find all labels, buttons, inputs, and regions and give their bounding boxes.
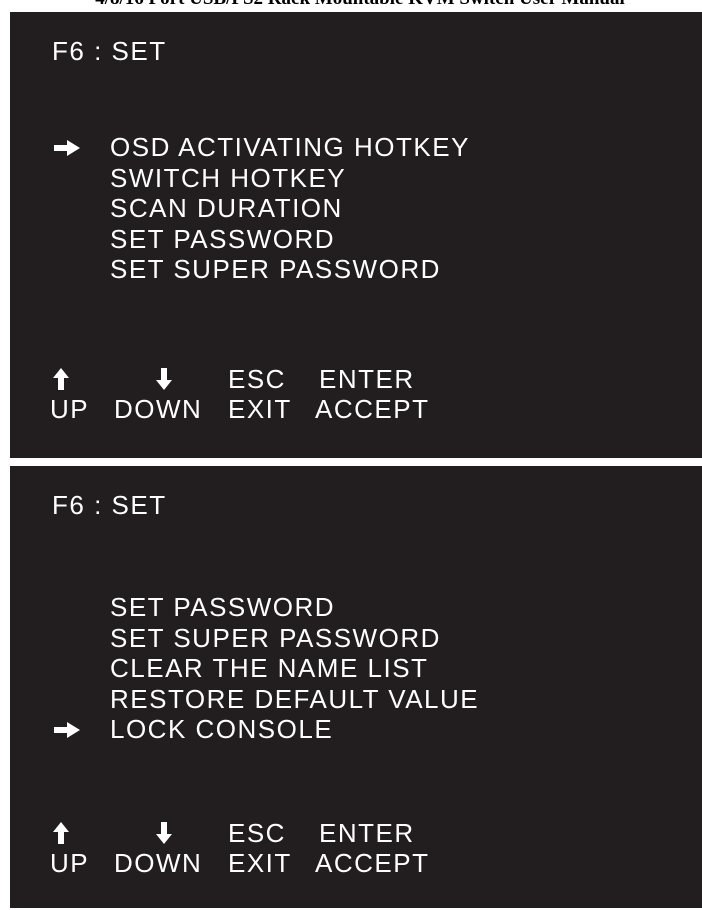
menu-item-label: RESTORE DEFAULT VALUE — [110, 683, 480, 714]
document-header: 4/8/16 Port USB/PS2 Rack Mountable KVM S… — [0, 0, 702, 8]
menu-item-lock-console[interactable]: LOCK CONSOLE — [52, 714, 479, 745]
accept-action-label: ACCEPT — [315, 848, 430, 878]
menu-item-set-password[interactable]: SET PASSWORD — [52, 224, 470, 255]
arrow-up-icon — [53, 822, 69, 849]
menu-item-label: SCAN DURATION — [110, 193, 343, 223]
screen-title: F6 : SET — [52, 36, 167, 66]
down-action-label: DOWN — [114, 394, 203, 424]
enter-key-label: ENTER — [319, 364, 415, 394]
menu-item-set-password[interactable]: SET PASSWORD — [52, 592, 479, 623]
menu-item-clear-name-list[interactable]: CLEAR THE NAME LIST — [52, 653, 479, 684]
menu-item-label: SET SUPER PASSWORD — [110, 254, 441, 284]
menu-item-label: SET SUPER PASSWORD — [110, 622, 441, 653]
set-menu: SET PASSWORD SET SUPER PASSWORD CLEAR TH… — [52, 592, 479, 745]
menu-item-label: SET PASSWORD — [110, 223, 336, 254]
enter-key-label: ENTER — [319, 818, 415, 848]
arrow-down-icon — [156, 368, 172, 395]
menu-item-switch-hotkey[interactable]: SWITCH HOTKEY — [52, 163, 470, 194]
exit-action-label: EXIT — [228, 848, 292, 878]
screen-title: F6 : SET — [52, 490, 167, 520]
key-legend: ESC ENTER UP DOWN EXIT ACCEPT — [50, 364, 490, 428]
menu-item-set-super-password[interactable]: SET SUPER PASSWORD — [52, 254, 470, 285]
exit-action-label: EXIT — [228, 394, 292, 424]
menu-item-scan-duration[interactable]: SCAN DURATION — [52, 193, 470, 224]
esc-key-label: ESC — [228, 364, 286, 394]
arrow-up-icon — [53, 368, 69, 395]
key-legend: ESC ENTER UP DOWN EXIT ACCEPT — [50, 818, 490, 882]
up-action-label: UP — [50, 394, 90, 424]
menu-item-set-super-password[interactable]: SET SUPER PASSWORD — [52, 623, 479, 654]
menu-item-label: LOCK CONSOLE — [110, 714, 334, 744]
menu-item-label: SWITCH HOTKEY — [110, 162, 347, 193]
menu-item-label: CLEAR THE NAME LIST — [110, 653, 429, 683]
up-action-label: UP — [50, 848, 90, 878]
down-action-label: DOWN — [114, 848, 203, 878]
esc-key-label: ESC — [228, 818, 286, 848]
menu-item-label: SET PASSWORD — [110, 592, 336, 622]
menu-item-osd-activating-hotkey[interactable]: OSD ACTIVATING HOTKEY — [52, 132, 470, 163]
menu-item-restore-default-value[interactable]: RESTORE DEFAULT VALUE — [52, 684, 479, 715]
osd-screen-1: F6 : SET OSD ACTIVATING HOTKEY SWITCH HO… — [10, 12, 702, 458]
set-menu: OSD ACTIVATING HOTKEY SWITCH HOTKEY SCAN… — [52, 132, 470, 285]
accept-action-label: ACCEPT — [315, 394, 430, 424]
selection-arrow-icon — [54, 714, 80, 744]
osd-screen-2: F6 : SET SET PASSWORD SET SUPER PASSWORD… — [10, 466, 702, 908]
selection-arrow-icon — [54, 132, 80, 162]
menu-item-label: OSD ACTIVATING HOTKEY — [110, 132, 470, 162]
arrow-down-icon — [156, 822, 172, 849]
